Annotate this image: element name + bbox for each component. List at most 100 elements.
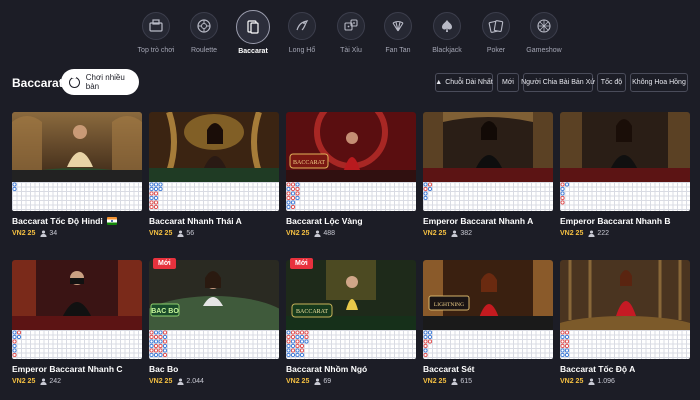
category-label: Long Hổ (288, 47, 316, 54)
category-gameshow[interactable]: Gameshow (519, 10, 569, 62)
category-dice[interactable]: Tài Xỉu (326, 10, 376, 62)
table-card[interactable]: LIGHTNING Baccarat Sét VN2 25 615 (423, 260, 553, 390)
road-bead (162, 339, 167, 344)
road-bead (560, 200, 565, 205)
table-thumbnail: LIGHTNING (423, 260, 553, 330)
road-bead (428, 335, 433, 340)
table-card[interactable]: Baccarat Tốc Độ A VN2 25 1.096 (560, 260, 690, 390)
table-meta: VN2 25 242 (12, 378, 61, 385)
road-map (12, 182, 142, 211)
player-count-icon (588, 378, 595, 385)
table-card[interactable]: Emperor Baccarat Nhanh C VN2 25 242 (12, 260, 142, 390)
category-roulette[interactable]: Roulette (179, 10, 229, 62)
player-count-icon (177, 378, 184, 385)
road-bead (154, 348, 159, 353)
bet-limit: VN2 25 (560, 378, 584, 385)
road-bead (158, 182, 163, 187)
category-fan-tan[interactable]: Fan Tan (373, 10, 423, 62)
filter-native-dealer[interactable]: Người Chia Bài Bản Xứ (521, 73, 595, 92)
road-bead (149, 204, 154, 209)
road-bead (565, 335, 570, 340)
category-baccarat[interactable]: Baccarat (228, 10, 278, 62)
table-card[interactable]: Emperor Baccarat Nhanh A VN2 25 382 (423, 112, 553, 242)
road-bead (565, 352, 570, 357)
road-bead (158, 339, 163, 344)
dice-icon (337, 12, 365, 40)
road-bead (423, 348, 428, 353)
road-bead (154, 191, 159, 196)
player-count: 56 (186, 230, 195, 237)
road-bead (154, 330, 159, 335)
road-map (149, 182, 279, 211)
filter-label: Chuỗi Dài Nhất (445, 79, 493, 86)
road-bead (423, 191, 428, 196)
table-thumbnail (12, 112, 142, 182)
table-name: Baccarat Lộc Vàng (286, 216, 363, 226)
filter-label: Tốc độ (600, 79, 623, 86)
table-card[interactable]: Emperor Baccarat Nhanh B VN2 25 222 (560, 112, 690, 242)
filter-speed[interactable]: Tốc độ (597, 73, 626, 92)
road-bead (149, 339, 154, 344)
road-bead (291, 348, 296, 353)
road-map (12, 330, 142, 359)
road-bead (299, 335, 304, 340)
road-bead (291, 182, 296, 187)
table-card[interactable]: BACCARAT Mới Baccarat Nhồm Ngó VN2 25 69 (286, 258, 416, 390)
player-count: 222 (597, 230, 610, 237)
india-flag-icon (106, 217, 117, 225)
lightning-logo: LIGHTNING (434, 302, 464, 308)
category-dragon-tiger[interactable]: Long Hổ (277, 10, 327, 62)
filter-new[interactable]: Mới (497, 73, 519, 92)
table-card[interactable]: BAC BO Mới Bac Bo VN2 25 2.044 (149, 258, 279, 390)
baccarat-logo: BACCARAT (296, 309, 328, 315)
table-card[interactable]: Baccarat Tốc Độ Hindi VN2 25 34 (12, 112, 142, 242)
dragon-tiger-icon (288, 12, 316, 40)
road-bead (299, 343, 304, 348)
road-bead (162, 348, 167, 353)
filter-no-commission[interactable]: Không Hoa Hồng (630, 73, 688, 92)
road-bead (560, 339, 565, 344)
road-map (560, 182, 690, 211)
table-meta: VN2 25 382 (423, 230, 472, 237)
multi-table-icon (69, 74, 80, 88)
table-card[interactable]: Baccarat Nhanh Thái A VN2 25 56 (149, 112, 279, 242)
road-bead (423, 195, 428, 200)
road-bead (12, 335, 17, 340)
road-bead (295, 330, 300, 335)
road-bead (295, 348, 300, 353)
table-meta: VN2 25 1.096 (560, 378, 615, 385)
road-map (149, 330, 279, 359)
road-bead (286, 182, 291, 187)
bet-limit: VN2 25 (560, 230, 584, 237)
road-bead (295, 343, 300, 348)
category-top-games[interactable]: Top trò chơi (131, 10, 181, 62)
road-bead (158, 335, 163, 340)
road-bead (149, 187, 154, 192)
road-map (286, 182, 416, 211)
category-blackjack[interactable]: Blackjack (422, 10, 472, 62)
road-bead (149, 330, 154, 335)
road-bead (560, 335, 565, 340)
road-bead (565, 330, 570, 335)
road-bead (158, 343, 163, 348)
road-bead (423, 352, 428, 357)
road-bead (291, 191, 296, 196)
table-card[interactable]: BACCARAT Baccarat Lộc Vàng VN2 25 488 (286, 112, 416, 242)
baccarat-icon (236, 10, 270, 44)
road-bead (12, 348, 17, 353)
table-thumbnail (423, 112, 553, 182)
road-bead (565, 348, 570, 353)
road-bead (428, 182, 433, 187)
road-bead (286, 195, 291, 200)
road-bead (295, 191, 300, 196)
road-bead (565, 339, 570, 344)
category-poker[interactable]: Poker (471, 10, 521, 62)
table-meta: VN2 25 488 (286, 230, 335, 237)
road-bead (158, 330, 163, 335)
road-bead (304, 335, 309, 340)
road-bead (154, 182, 159, 187)
filter-longest-streak[interactable]: ▲ Chuỗi Dài Nhất (435, 73, 493, 92)
multi-table-button[interactable]: Chơi nhiều bàn (61, 69, 139, 95)
road-bead (295, 182, 300, 187)
player-count: 1.096 (597, 378, 615, 385)
